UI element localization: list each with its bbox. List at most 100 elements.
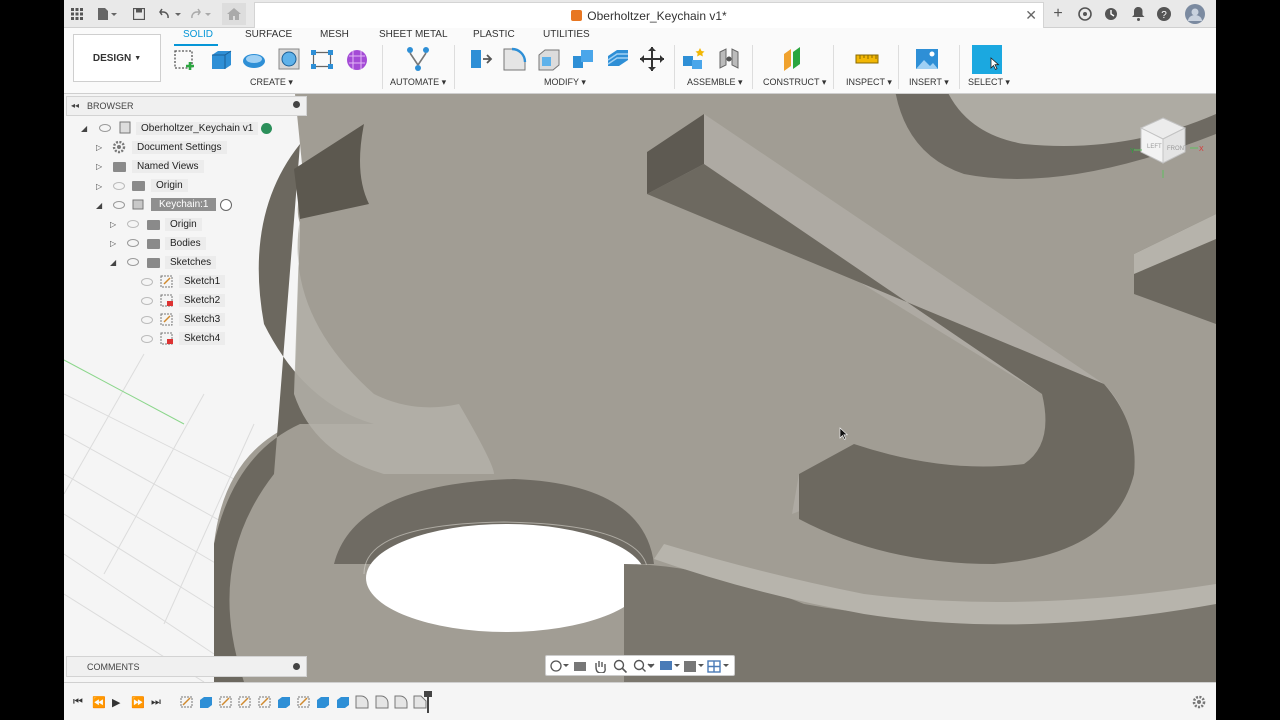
look-at-icon[interactable] [573,659,587,673]
expand-triangle-icon[interactable]: ▷ [96,162,102,171]
grid-snaps-icon[interactable] [683,659,705,673]
new-component-icon[interactable] [681,46,707,72]
timeline-extrude-feature[interactable] [336,695,350,709]
tree-item-origin[interactable]: Origin [165,216,202,233]
new-tab-icon[interactable]: + [1050,5,1066,23]
visibility-eye-icon[interactable] [141,316,153,324]
group-select[interactable]: SELECT ▾ [968,77,1010,88]
fit-zoom-icon[interactable] [633,659,655,673]
timeline-fillet-feature[interactable] [394,695,408,709]
keychain-model[interactable] [64,94,1216,682]
automate-icon[interactable] [405,46,431,72]
close-tab-icon[interactable]: ✕ [1025,7,1037,24]
timeline-sketch-feature[interactable] [219,695,233,709]
offset-plane-icon[interactable] [780,46,806,72]
tree-item-sketch2[interactable]: Sketch2 [179,292,226,309]
fillet-icon[interactable] [501,46,527,72]
home-icon[interactable] [222,3,246,25]
save-icon[interactable] [132,5,146,23]
offset-face-icon[interactable] [605,46,631,72]
display-settings-icon[interactable] [659,659,681,673]
browser-panel-header[interactable]: ◂◂ BROWSER [66,96,307,116]
panel-pin-icon[interactable] [293,101,300,108]
panel-pin-icon[interactable] [293,663,300,670]
timeline-sketch-feature[interactable] [238,695,252,709]
app-grid-icon[interactable] [70,5,84,23]
visibility-eye-icon[interactable] [141,278,153,286]
file-menu-icon[interactable] [96,5,118,23]
workspace-switcher[interactable]: DESIGN ▼ [73,34,161,82]
tab-surface[interactable]: SURFACE [245,29,292,40]
expand-triangle-icon[interactable]: ◢ [110,258,116,267]
tree-item-sketch3[interactable]: Sketch3 [179,311,226,328]
timeline-sketch-feature[interactable] [297,695,311,709]
timeline-marker[interactable] [424,691,432,713]
visibility-eye-icon[interactable] [99,124,111,132]
combine-icon[interactable] [570,46,596,72]
zoom-icon[interactable] [613,659,627,673]
tree-item-document-settings[interactable]: Document Settings [132,139,227,156]
notifications-bell-icon[interactable] [1130,5,1146,23]
expand-triangle-icon[interactable]: ◢ [96,201,102,210]
expand-triangle-icon[interactable]: ▷ [96,182,102,191]
tree-item-sketch4[interactable]: Sketch4 [179,330,226,347]
pan-hand-icon[interactable] [593,659,607,673]
help-icon[interactable]: ? [1156,5,1172,23]
visibility-eye-icon[interactable] [127,220,139,228]
tree-item-component[interactable]: Keychain:1 [151,196,233,213]
insert-image-icon[interactable] [914,46,940,72]
tab-plastic[interactable]: PLASTIC [473,29,515,40]
joint-icon[interactable] [716,46,742,72]
view-cube-left-face[interactable]: LEFT [1147,144,1162,150]
visibility-eye-icon[interactable] [127,258,139,266]
group-assemble[interactable]: ASSEMBLE ▾ [687,77,743,88]
visibility-eye-icon[interactable] [127,239,139,247]
group-inspect[interactable]: INSPECT ▾ [846,77,892,88]
timeline-sketch-feature[interactable] [180,695,194,709]
create-sketch-icon[interactable] [172,46,198,72]
document-tab[interactable]: Oberholtzer_Keychain v1* ✕ [254,2,1044,28]
timeline-next-icon[interactable]: ⏩ [131,696,145,709]
orbit-icon[interactable] [549,659,571,673]
select-tool-button[interactable] [972,45,1002,74]
shell-icon[interactable] [536,46,562,72]
measure-icon[interactable] [854,46,880,72]
timeline-extrude-feature[interactable] [316,695,330,709]
tree-item-named-views[interactable]: Named Views [132,158,204,175]
revolve-icon[interactable] [241,46,267,72]
extensions-icon[interactable] [1077,5,1093,23]
group-modify[interactable]: MODIFY ▾ [544,77,586,88]
activate-component-radio[interactable] [220,198,233,211]
expand-triangle-icon[interactable]: ▷ [110,239,116,248]
job-status-icon[interactable] [1103,5,1119,23]
undo-icon[interactable] [158,5,184,23]
timeline-fillet-feature[interactable] [355,695,369,709]
group-create[interactable]: CREATE ▾ [250,77,293,88]
timeline-chamfer-feature[interactable] [413,695,427,709]
view-cube[interactable]: LEFT FRONT Y X [1130,116,1208,182]
visibility-eye-icon[interactable] [113,201,125,209]
timeline-play-icon[interactable]: ▶ [112,696,120,709]
visibility-eye-icon[interactable] [113,182,125,190]
tab-mesh[interactable]: MESH [320,29,349,40]
form-icon[interactable] [344,46,370,72]
visibility-eye-icon[interactable] [141,297,153,305]
viewports-icon[interactable] [707,659,731,673]
group-automate[interactable]: AUTOMATE ▾ [390,77,446,88]
visibility-eye-icon[interactable] [141,335,153,343]
extrude-icon[interactable] [207,46,233,72]
tree-item-sketches[interactable]: Sketches [165,254,217,271]
tree-item-sketch1[interactable]: Sketch1 [179,273,226,290]
expand-triangle-icon[interactable]: ▷ [110,220,116,229]
view-cube-front-face[interactable]: FRONT [1167,146,1188,152]
3d-viewport[interactable]: LEFT FRONT Y X [64,94,1216,682]
redo-icon[interactable] [188,5,214,23]
expand-triangle-icon[interactable]: ◢ [81,124,87,133]
hole-icon[interactable] [276,46,302,72]
group-construct[interactable]: CONSTRUCT ▾ [763,77,826,88]
timeline-extrude-feature[interactable] [277,695,291,709]
collapse-panel-icon[interactable]: ◂◂ [71,101,79,110]
tab-solid[interactable]: SOLID [183,29,213,40]
tab-utilities[interactable]: UTILITIES [543,29,590,40]
tab-sheet-metal[interactable]: SHEET METAL [379,29,448,40]
